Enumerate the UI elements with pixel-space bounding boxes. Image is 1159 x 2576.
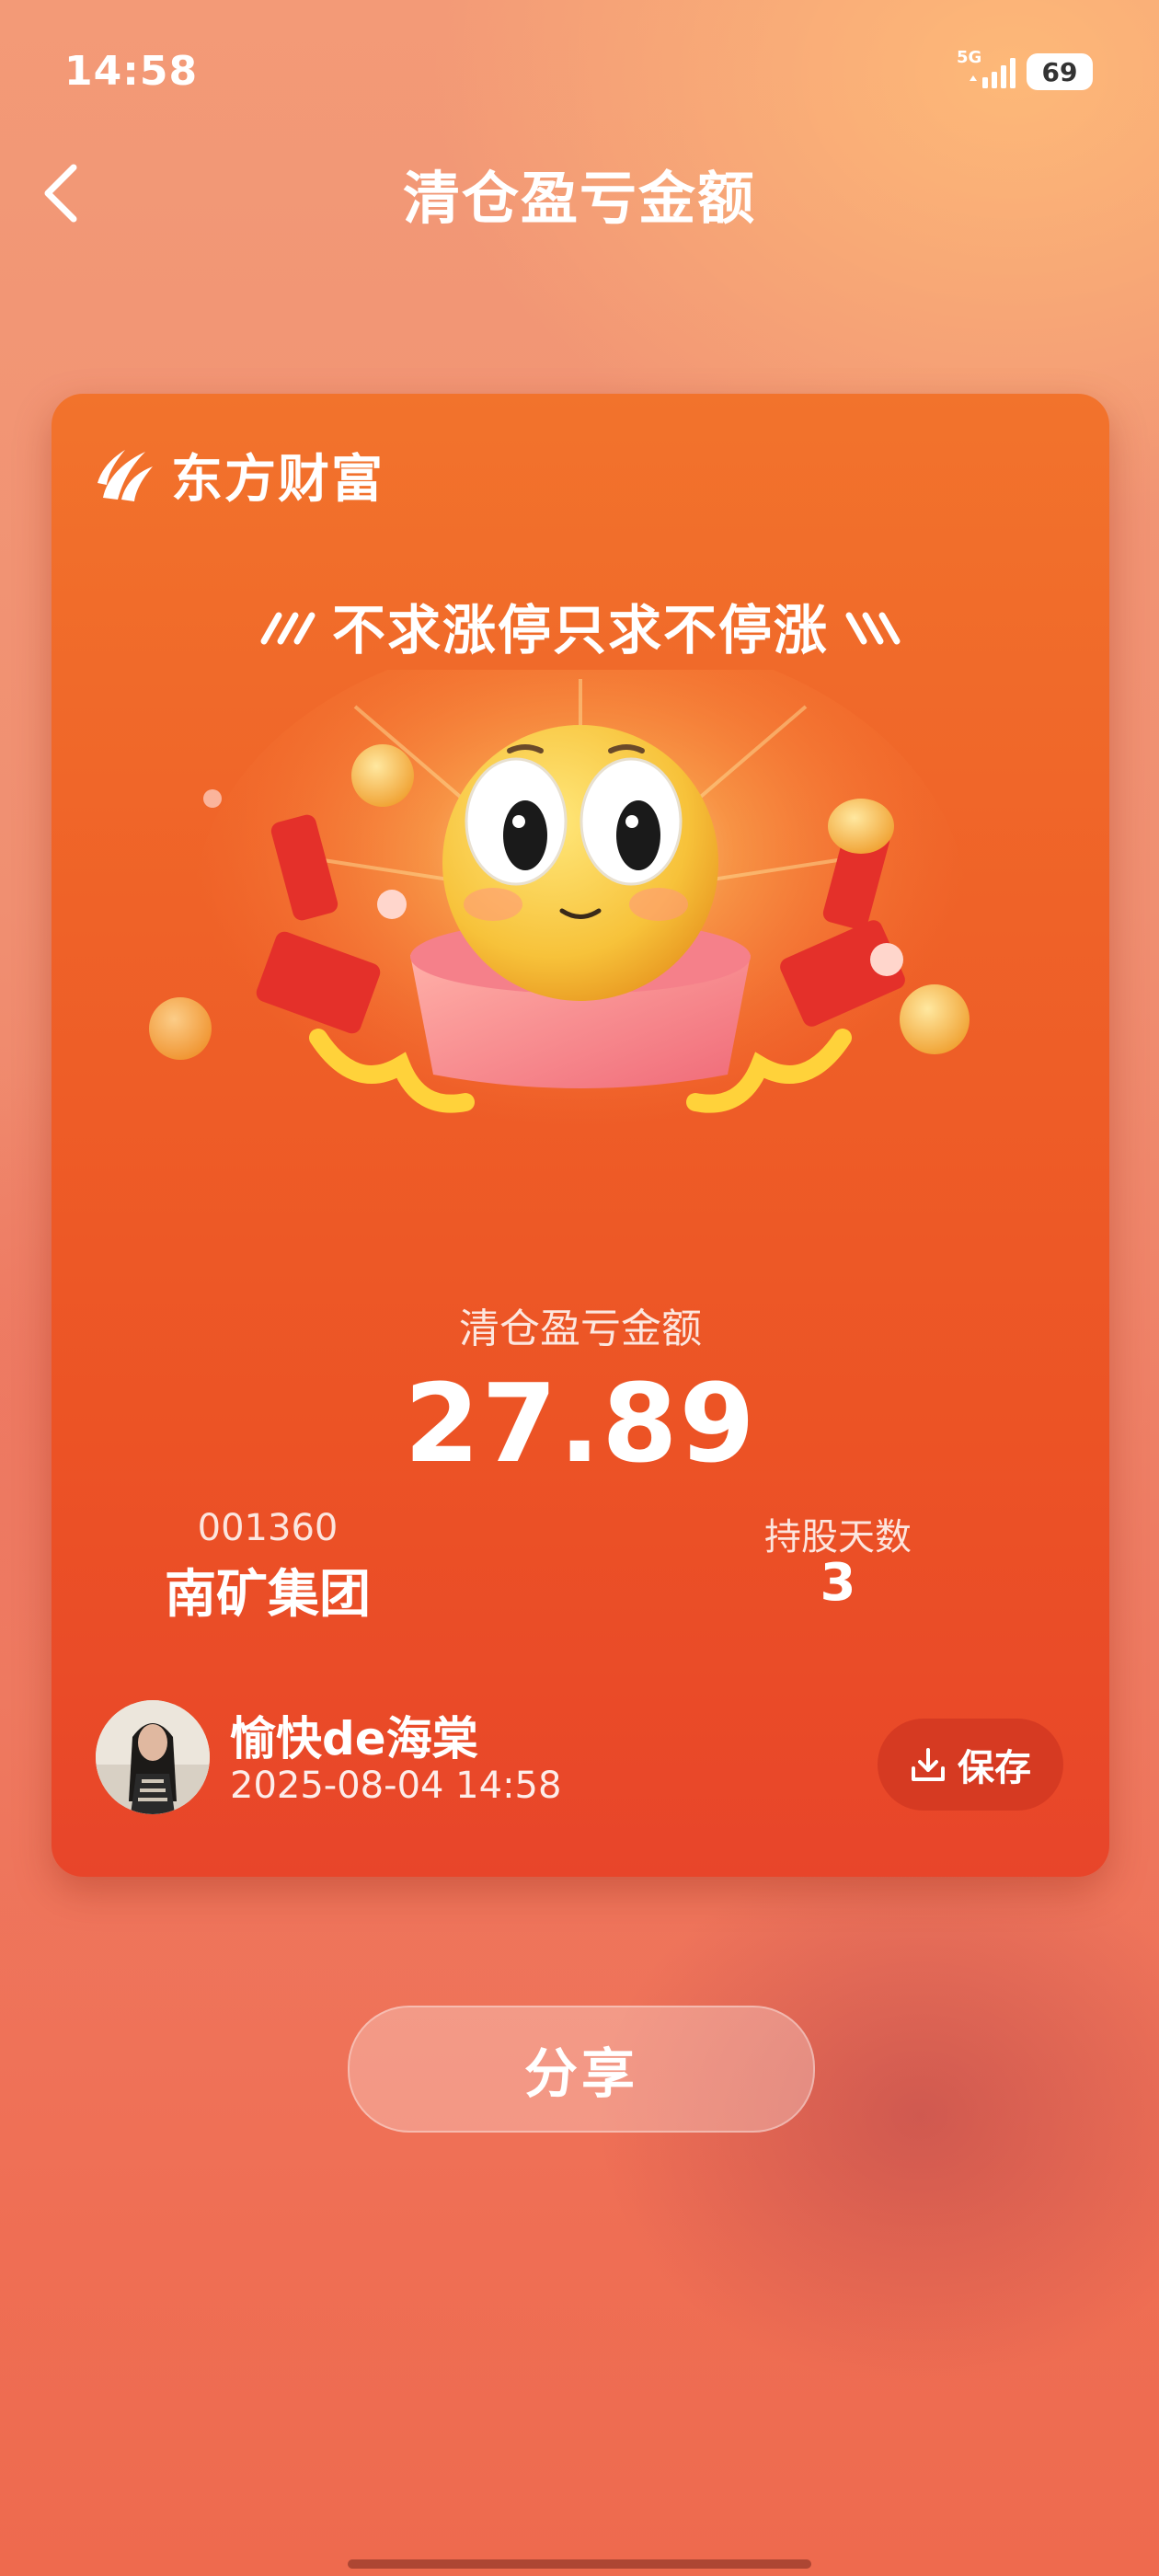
metric-value: 27.89 — [404, 1360, 757, 1487]
holding-days-value: 3 — [820, 1553, 856, 1613]
pnl-card: 东方财富 不求涨停只求不停涨 清仓盈亏金额 27.89 001360 南矿集团 … — [52, 394, 1109, 1877]
timestamp: 2025-08-04 14:58 — [230, 1765, 562, 1807]
status-bar: 14:58 5G 69 — [0, 0, 1159, 138]
metric-label: 清仓盈亏金额 — [459, 1305, 702, 1352]
save-button[interactable]: 保存 — [878, 1719, 1063, 1811]
share-button[interactable]: 分享 — [348, 2006, 815, 2133]
emoji-gift-illustration — [149, 670, 970, 1185]
download-icon — [912, 1748, 945, 1781]
brand-name: 东方财富 — [171, 448, 384, 510]
signal-icon — [970, 58, 1016, 88]
backslash-decor-icon — [845, 612, 901, 645]
page-title: 清仓盈亏金额 — [402, 165, 756, 232]
home-indicator[interactable] — [348, 2559, 811, 2569]
status-time: 14:58 — [64, 48, 199, 95]
battery-icon: 69 — [1027, 53, 1093, 90]
brand-logo-icon — [98, 450, 153, 501]
stock-code: 001360 — [197, 1507, 339, 1549]
slogan-text: 不求涨停只求不停涨 — [331, 599, 829, 661]
avatar-photo-icon — [96, 1700, 210, 1814]
share-label: 分享 — [523, 2042, 638, 2105]
slogan: 不求涨停只求不停涨 — [52, 587, 1109, 664]
avatar — [96, 1700, 210, 1814]
stock-name: 南矿集团 — [165, 1565, 371, 1625]
username: 愉快de海棠 — [230, 1712, 478, 1765]
save-label: 保存 — [958, 1747, 1031, 1789]
slash-decor-icon — [260, 612, 316, 645]
brand: 东方财富 — [94, 438, 384, 512]
